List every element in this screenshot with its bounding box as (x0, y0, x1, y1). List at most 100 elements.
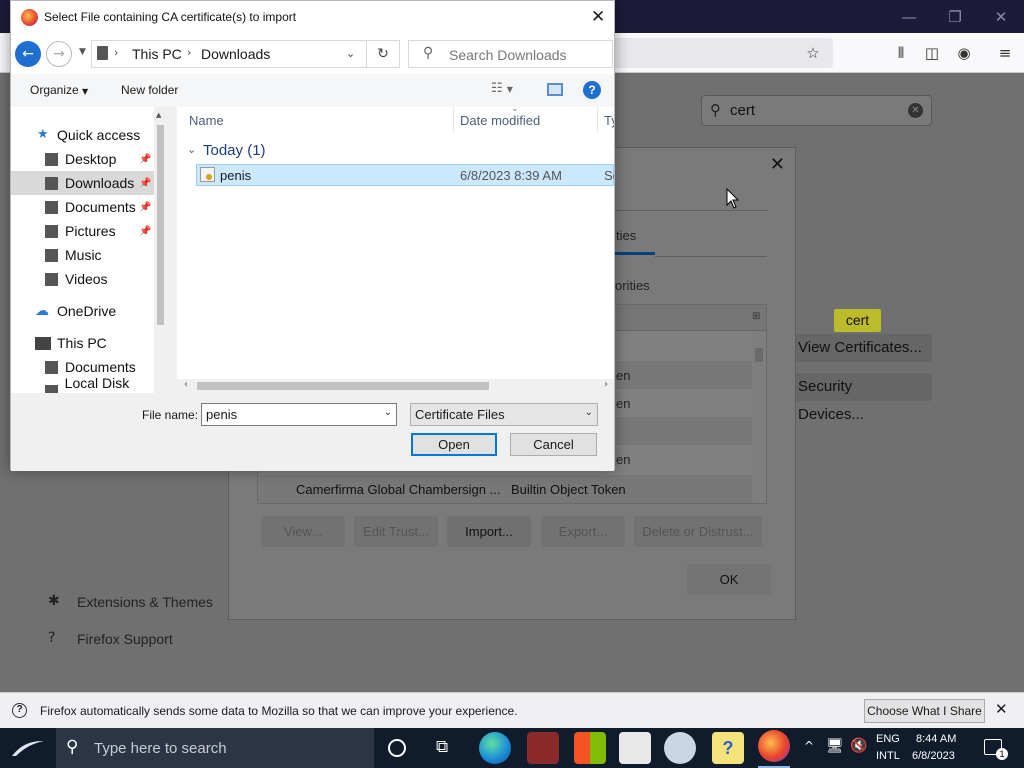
address-bar[interactable]: › This PC › Downloads ⌄ (91, 40, 367, 68)
section-description: orities (615, 278, 650, 293)
delete-distrust-button[interactable]: Delete or Distrust... (634, 516, 762, 547)
nav-local-disk[interactable]: Local Disk (C:) (11, 375, 154, 393)
minimize-button[interactable]: — (886, 0, 932, 33)
view-button[interactable]: View... (261, 516, 345, 547)
account-icon[interactable]: ◉ (951, 40, 977, 66)
nav-quick-access[interactable]: ★ Quick access (11, 123, 154, 147)
mail-icon[interactable] (619, 732, 651, 764)
pc-icon (97, 46, 108, 60)
group-header[interactable]: Today (1) (203, 142, 266, 159)
table-row[interactable]: en (616, 445, 752, 473)
clock-time[interactable]: 8:44 AM (916, 733, 956, 745)
cancel-button[interactable]: Cancel (510, 433, 597, 456)
table-row[interactable]: en (616, 361, 752, 389)
choose-what-i-share-button[interactable]: Choose What I Share (864, 699, 985, 723)
nav-onedrive[interactable]: ☁ OneDrive (11, 299, 154, 323)
firefox-taskbar-icon[interactable] (758, 730, 790, 762)
dialog-footer: File name: penis ⌄ Certificate Files ⌄ O… (11, 393, 614, 471)
close-window-button[interactable]: ✕ (978, 0, 1024, 33)
ok-button[interactable]: OK (687, 564, 771, 595)
authorities-tab[interactable]: ties (616, 228, 636, 243)
cortana-icon[interactable] (388, 739, 406, 757)
app-icon[interactable] (527, 732, 559, 764)
nav-pictures[interactable]: Pictures 📌 (11, 219, 154, 243)
vertical-scrollbar[interactable]: ▲ (154, 107, 167, 393)
chevron-down-icon[interactable]: ⌄ (346, 47, 355, 60)
breadcrumb-downloads[interactable]: Downloads (201, 46, 270, 62)
volume-muted-icon[interactable]: 🔇 (850, 738, 867, 754)
scrollbar-thumb[interactable] (197, 382, 489, 390)
new-folder-button[interactable]: New folder (121, 83, 178, 97)
open-button[interactable]: Open (411, 433, 497, 456)
file-name-input[interactable]: penis ⌄ (201, 403, 397, 426)
view-options-icon[interactable]: ☷ ▼ (491, 81, 513, 96)
settings-search-field[interactable]: ⚲ cert ✕ (701, 95, 932, 126)
clear-search-icon[interactable]: ✕ (908, 103, 923, 118)
nav-desktop[interactable]: Desktop 📌 (11, 147, 154, 171)
nav-music[interactable]: Music (11, 243, 154, 267)
nav-downloads[interactable]: Downloads 📌 (11, 171, 154, 195)
chevron-down-icon[interactable]: ⌄ (187, 143, 196, 156)
keyboard-layout[interactable]: INTL (876, 750, 900, 762)
nav-videos[interactable]: Videos (11, 267, 154, 291)
library-icon[interactable]: ⫴ (888, 40, 914, 66)
file-type-filter-select[interactable]: Certificate Files ⌄ (410, 403, 598, 426)
settings-search-value: cert (730, 102, 756, 119)
extensions-themes-link[interactable]: Extensions & Themes (77, 594, 213, 610)
paint-icon[interactable] (664, 732, 696, 764)
store-icon[interactable] (574, 732, 606, 764)
file-row-selected[interactable]: penis 6/8/2023 8:39 AM Sec (196, 164, 614, 186)
security-devices-button[interactable]: Security Devices... (788, 373, 932, 423)
restore-button[interactable]: ❐ (932, 0, 978, 33)
column-picker-icon[interactable]: ⊞ (752, 311, 760, 322)
forward-arrow-icon[interactable]: → (46, 41, 72, 67)
column-header-type[interactable]: Typ (604, 113, 614, 128)
url-bar[interactable] (605, 38, 833, 68)
sidebar-icon[interactable]: ◫ (919, 40, 945, 66)
command-bar: Organize ▼ New folder ☷ ▼ ? (11, 74, 614, 107)
breadcrumb-this-pc[interactable]: This PC (132, 46, 182, 62)
export-button[interactable]: Export... (541, 516, 625, 547)
taskbar-search-box[interactable]: ⚲ Type here to search (56, 728, 374, 768)
task-view-icon[interactable]: ⧉ (436, 737, 448, 757)
vertical-scrollbar[interactable] (752, 332, 766, 503)
table-row[interactable]: Camerfirma Global Chambersign ... Builti… (258, 475, 752, 503)
import-button[interactable]: Import... (447, 516, 531, 547)
preview-pane-icon[interactable] (547, 83, 563, 96)
language-code[interactable]: ENG (876, 733, 900, 745)
edge-icon[interactable] (479, 732, 511, 764)
close-icon[interactable]: ✕ (591, 7, 605, 27)
column-header-name[interactable]: Name (189, 113, 224, 128)
close-icon[interactable]: ✕ (770, 154, 785, 175)
notification-count-badge: 1 (996, 748, 1008, 760)
chevron-up-icon[interactable]: ^ (804, 739, 814, 753)
search-downloads-input[interactable]: ⚲ Search Downloads (408, 40, 613, 68)
refresh-icon[interactable]: ↻ (367, 40, 400, 68)
column-header-date[interactable]: Date modified (460, 113, 540, 128)
close-icon[interactable]: ✕ (995, 700, 1008, 718)
nav-documents[interactable]: Documents 📌 (11, 195, 154, 219)
pin-icon: 📌 (139, 201, 152, 213)
table-row[interactable] (616, 417, 752, 445)
chevron-down-icon: ⌄ (383, 407, 392, 418)
back-arrow-icon[interactable]: ← (15, 41, 41, 67)
help-icon[interactable]: ? (583, 81, 601, 99)
recent-locations-icon[interactable]: ▼ (79, 47, 86, 57)
organize-button[interactable]: Organize ▼ (30, 83, 88, 97)
clock-date[interactable]: 6/8/2023 (912, 750, 955, 762)
menu-icon[interactable]: ≡ (992, 40, 1018, 66)
scrollbar-thumb[interactable] (755, 348, 763, 362)
start-logo-icon[interactable] (10, 738, 46, 758)
search-icon: ⚲ (423, 45, 434, 61)
table-row[interactable]: en (616, 389, 752, 417)
edit-trust-button[interactable]: Edit Trust... (354, 516, 438, 547)
nav-this-pc[interactable]: This PC (11, 331, 154, 355)
network-icon[interactable]: 🖥 (826, 738, 844, 754)
view-certificates-button[interactable]: View Certificates... (788, 334, 932, 362)
firefox-support-link[interactable]: Firefox Support (77, 631, 173, 647)
horizontal-scrollbar[interactable]: ‹ › (177, 379, 614, 393)
star-icon[interactable]: ☆ (800, 40, 826, 66)
scrollbar-thumb[interactable] (157, 125, 164, 325)
file-type: Sec (604, 168, 614, 183)
help-app-icon[interactable]: ? (712, 732, 744, 764)
